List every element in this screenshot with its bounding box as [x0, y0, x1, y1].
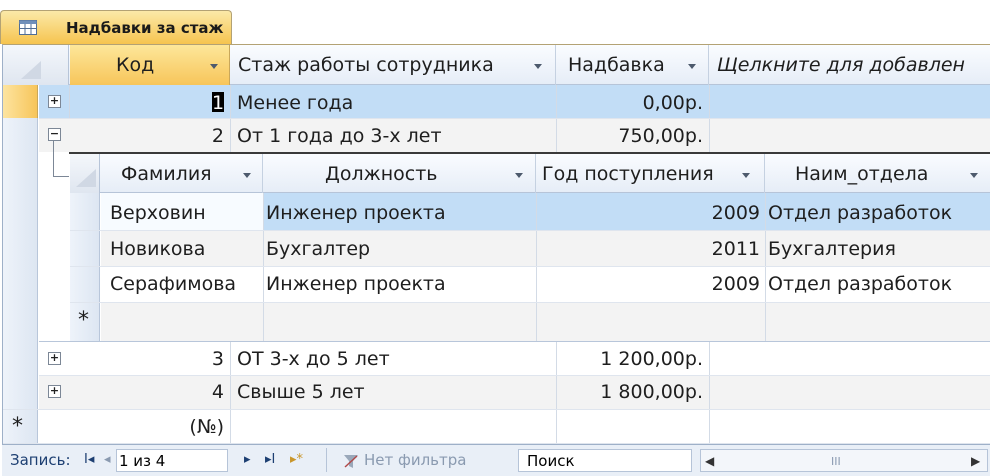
- sub-select-all-corner[interactable]: [70, 154, 100, 193]
- sub-column-header-otdel-label: Наим_отдела: [795, 163, 929, 185]
- sub-cell-otdel[interactable]: Отдел разработок: [768, 203, 952, 223]
- record-label: Запись:: [10, 451, 71, 469]
- sub-column-header-familia-label: Фамилия: [121, 163, 212, 185]
- column-header-add[interactable]: Щелкните для добавлен: [709, 45, 990, 85]
- cell-stazh[interactable]: Менее года: [237, 93, 353, 113]
- sort-arrow-icon[interactable]: [515, 173, 523, 178]
- collapse-icon[interactable]: −: [48, 128, 61, 141]
- sub-cell-dolzhnost[interactable]: Бухгалтер: [266, 239, 370, 259]
- next-record-button[interactable]: ▸: [244, 452, 251, 468]
- cell-stazh[interactable]: Свыше 5 лет: [237, 382, 365, 402]
- row-selector-current[interactable]: [3, 85, 38, 118]
- cell-nadbavka[interactable]: 0,00р.: [556, 93, 703, 113]
- cell-stazh[interactable]: ОТ 3-х до 5 лет: [237, 349, 390, 369]
- sub-new-record-marker: *: [78, 308, 89, 333]
- column-header-stazh-label: Стаж работы сотрудника: [238, 54, 494, 76]
- search-placeholder: Поиск: [527, 452, 575, 470]
- expand-icon[interactable]: +: [48, 352, 61, 365]
- expand-icon[interactable]: +: [48, 95, 61, 108]
- sub-column-header-god-label: Год поступления: [542, 163, 714, 185]
- sort-arrow-icon[interactable]: [210, 64, 218, 69]
- sort-arrow-icon[interactable]: [688, 64, 696, 69]
- horizontal-scrollbar[interactable]: ◀ III ▶: [700, 449, 988, 472]
- new-record-marker: *: [12, 414, 23, 439]
- sub-cell-familia[interactable]: Верховин: [110, 203, 206, 223]
- cell-nadbavka[interactable]: 750,00р.: [556, 126, 703, 146]
- scroll-thumb[interactable]: III: [831, 454, 841, 470]
- column-header-nadbavka-label: Надбавка: [568, 54, 665, 76]
- add-column-label: Щелкните для добавлен: [717, 54, 965, 76]
- current-record-value: 1 из 4: [119, 452, 166, 470]
- sort-arrow-icon[interactable]: [534, 64, 542, 69]
- sub-cell-otdel[interactable]: Бухгалтерия: [768, 239, 896, 259]
- cell-stazh[interactable]: От 1 года до 3-х лет: [237, 126, 442, 146]
- scroll-left-button[interactable]: ◀: [705, 453, 714, 469]
- sub-cell-god[interactable]: 2011: [680, 239, 760, 259]
- cell-kod-placeholder[interactable]: (№): [150, 417, 224, 437]
- sub-cell-god[interactable]: 2009: [680, 274, 760, 294]
- first-record-button[interactable]: I◂: [84, 452, 94, 468]
- table-icon: [19, 20, 37, 35]
- cell-kod[interactable]: 4: [150, 382, 224, 402]
- no-filter-button[interactable]: Нет фильтра: [364, 452, 466, 468]
- cell-kod[interactable]: 2: [150, 126, 224, 146]
- expand-icon[interactable]: +: [48, 385, 61, 398]
- cell-nadbavka[interactable]: 1 800,00р.: [556, 382, 703, 402]
- sub-column-header-dolzhnost-label: Должность: [325, 163, 438, 185]
- cell-kod[interactable]: 3: [150, 349, 224, 369]
- cell-kod[interactable]: 1: [212, 93, 224, 113]
- tab-title: Надбавки за стаж: [66, 19, 224, 37]
- sub-cell-dolzhnost[interactable]: Инженер проекта: [266, 203, 446, 223]
- row-selector-strip[interactable]: [3, 85, 38, 444]
- sub-new-row[interactable]: [101, 302, 990, 341]
- previous-record-button[interactable]: ◂: [104, 452, 111, 468]
- select-all-corner[interactable]: [3, 45, 69, 85]
- filter-icon: [344, 453, 358, 468]
- last-record-button[interactable]: ▸I: [265, 452, 275, 468]
- column-header-kod-label: Код: [116, 54, 155, 76]
- table-row[interactable]: [70, 85, 990, 118]
- sub-cell-dolzhnost[interactable]: Инженер проекта: [266, 274, 446, 294]
- search-input[interactable]: Поиск: [518, 449, 692, 472]
- scroll-right-button[interactable]: ▶: [971, 453, 980, 469]
- current-record-field[interactable]: 1 из 4: [116, 449, 228, 472]
- sub-cell-god[interactable]: 2009: [680, 203, 760, 223]
- sort-arrow-icon[interactable]: [970, 173, 978, 178]
- sub-cell-familia[interactable]: Серафимова: [110, 274, 236, 294]
- sub-cell-familia[interactable]: Новикова: [110, 239, 205, 259]
- new-record-button[interactable]: ▸*: [290, 452, 303, 468]
- sub-cell-otdel[interactable]: Отдел разработок: [768, 274, 952, 294]
- sort-arrow-icon[interactable]: [742, 173, 750, 178]
- sort-arrow-icon[interactable]: [243, 173, 251, 178]
- cell-nadbavka[interactable]: 1 200,00р.: [556, 349, 703, 369]
